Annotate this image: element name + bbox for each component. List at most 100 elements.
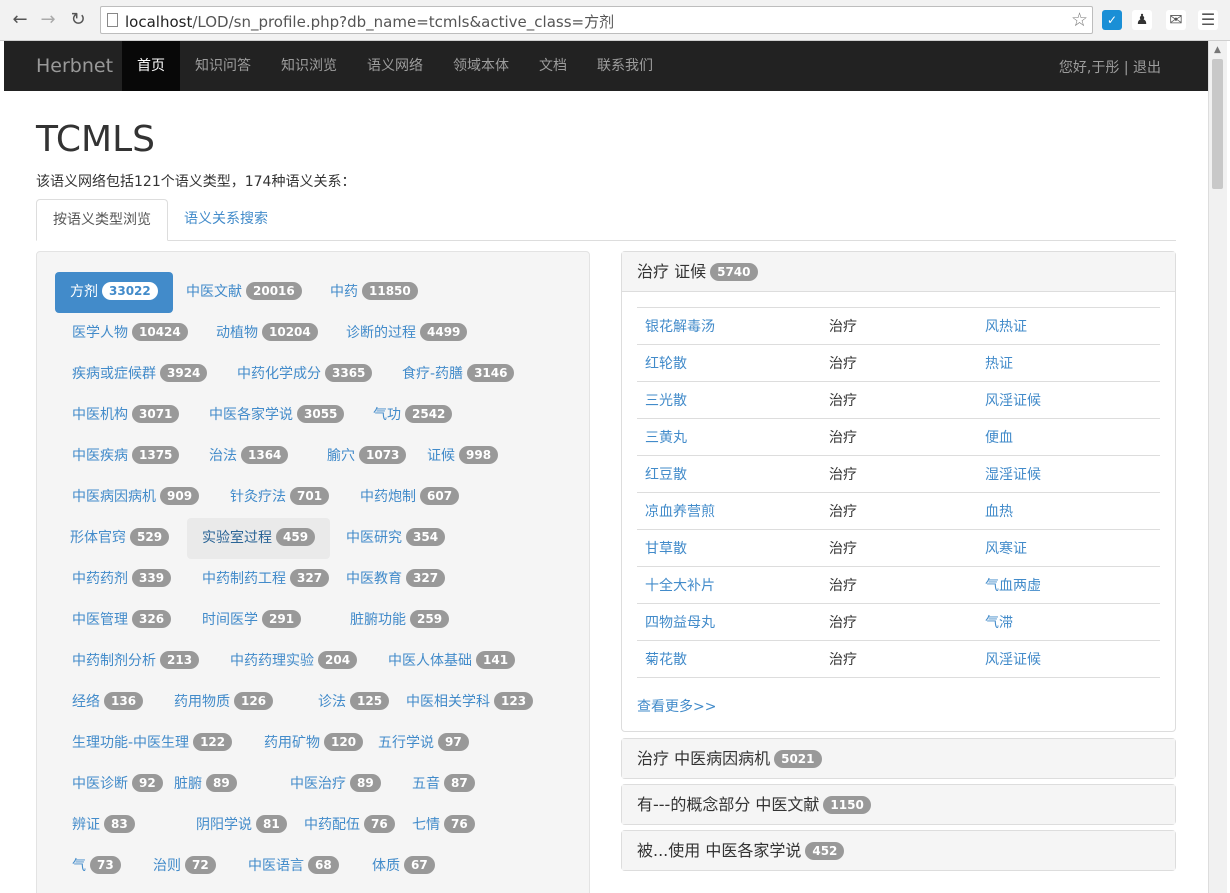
gmail-icon[interactable]: ✉ <box>1166 10 1186 30</box>
class-pill[interactable]: 腧穴 1073 <box>312 436 421 477</box>
class-pill[interactable]: 五行学说 97 <box>363 723 484 764</box>
entity-link[interactable]: 风淫证候 <box>977 640 1160 678</box>
nav-item[interactable]: 知识问答 <box>180 41 266 91</box>
scroll-up-icon[interactable]: ▲ <box>1214 45 1221 55</box>
brand[interactable]: Herbnet <box>36 55 113 77</box>
class-pill[interactable]: 气功 2542 <box>358 395 467 436</box>
entity-link[interactable]: 四物益母丸 <box>637 603 821 641</box>
nav-item[interactable]: 首页 <box>122 41 180 91</box>
class-pill[interactable]: 实验室过程 459 <box>187 518 331 559</box>
entity-link[interactable]: 风寒证 <box>977 529 1160 567</box>
url-text[interactable]: localhost/LOD/sn_profile.php?db_name=tcm… <box>125 11 614 32</box>
class-pill[interactable]: 中医管理 326 <box>57 600 186 641</box>
class-pill[interactable]: 医学人物 10424 <box>57 313 203 354</box>
class-pill[interactable]: 针灸疗法 701 <box>215 477 344 518</box>
nav-item[interactable]: 联系我们 <box>582 41 668 91</box>
count-badge: 1375 <box>132 446 180 464</box>
class-pill[interactable]: 中医人体基础 141 <box>373 641 530 682</box>
user-links[interactable]: 您好,于彤 | 退出 <box>1059 57 1161 77</box>
class-pill[interactable]: 疾病或症候群 3924 <box>57 354 222 395</box>
class-pill[interactable]: 气 73 <box>57 846 136 887</box>
class-pill[interactable]: 诊断的过程 4499 <box>331 313 482 354</box>
entity-link[interactable]: 红豆散 <box>637 455 821 493</box>
tab-relation-search[interactable]: 语义关系搜索 <box>168 199 284 240</box>
class-pill[interactable]: 中医治疗 89 <box>275 764 396 805</box>
class-pill[interactable]: 中医语言 68 <box>233 846 354 887</box>
class-pill[interactable]: 脏腑功能 259 <box>335 600 464 641</box>
class-pill[interactable]: 体质 67 <box>357 846 450 887</box>
relation-panel-header[interactable]: 有---的概念部分 中医文献 1150 <box>622 785 1175 824</box>
entity-link[interactable]: 湿淫证候 <box>977 455 1160 493</box>
class-pill[interactable]: 治则 72 <box>138 846 231 887</box>
class-pill[interactable]: 中药制药工程 327 <box>187 559 344 600</box>
class-pill[interactable]: 动植物 10204 <box>201 313 333 354</box>
forward-icon[interactable]: → <box>38 10 58 30</box>
entity-link[interactable]: 菊花散 <box>637 640 821 678</box>
class-pill[interactable]: 中药化学成分 3365 <box>222 354 387 395</box>
class-pill[interactable]: 形体官窍 529 <box>55 518 184 559</box>
entity-link[interactable]: 三光散 <box>637 381 821 419</box>
relation-panel-header[interactable]: 治疗 证候 5740 <box>622 252 1175 291</box>
class-pill[interactable]: 药用矿物 120 <box>249 723 378 764</box>
see-more-link[interactable]: 查看更多>> <box>637 696 1160 716</box>
entity-link[interactable]: 三黄丸 <box>637 418 821 456</box>
class-pill[interactable]: 诊法 125 <box>303 682 404 723</box>
nav-item[interactable]: 领域本体 <box>438 41 524 91</box>
tab-browse-types[interactable]: 按语义类型浏览 <box>36 199 168 241</box>
class-pill[interactable]: 药用物质 126 <box>159 682 288 723</box>
entity-link[interactable]: 甘草散 <box>637 529 821 567</box>
extension-person-icon[interactable]: ♟ <box>1132 10 1152 30</box>
class-pill[interactable]: 时间医学 291 <box>187 600 316 641</box>
bookmark-star-icon[interactable]: ☆ <box>1071 9 1088 31</box>
class-pill[interactable]: 中药 11850 <box>315 272 433 313</box>
entity-link[interactable]: 银花解毒汤 <box>637 307 821 345</box>
entity-link[interactable]: 凉血养营煎 <box>637 492 821 530</box>
entity-link[interactable]: 血热 <box>977 492 1160 530</box>
entity-link[interactable]: 红轮散 <box>637 344 821 382</box>
class-pill[interactable]: 生理功能-中医生理 122 <box>57 723 247 764</box>
back-icon[interactable]: ← <box>10 10 30 30</box>
class-pill[interactable]: 中药制剂分析 213 <box>57 641 214 682</box>
entity-link[interactable]: 十全大补片 <box>637 566 821 604</box>
class-pill[interactable]: 中医研究 354 <box>331 518 460 559</box>
entity-link[interactable]: 热证 <box>977 344 1160 382</box>
class-pill[interactable]: 七情 76 <box>397 805 490 846</box>
class-pill[interactable]: 中药炮制 607 <box>345 477 474 518</box>
class-pill[interactable]: 阴阳学说 81 <box>181 805 302 846</box>
class-pill[interactable]: 中医教育 327 <box>331 559 460 600</box>
reload-icon[interactable]: ↻ <box>68 10 88 30</box>
class-pill[interactable]: 中医文献 20016 <box>171 272 317 313</box>
nav-item[interactable]: 语义网络 <box>352 41 438 91</box>
class-pill[interactable]: 中医相关学科 123 <box>391 682 548 723</box>
class-pill[interactable]: 中药药剂 339 <box>57 559 186 600</box>
scrollbar[interactable]: ▲ <box>1208 41 1227 893</box>
class-pill[interactable]: 辨证 83 <box>57 805 150 846</box>
relation-panel-header[interactable]: 治疗 中医病因病机 5021 <box>622 739 1175 778</box>
class-pill[interactable]: 中药配伍 76 <box>289 805 410 846</box>
class-pill[interactable]: 中医疾病 1375 <box>57 436 194 477</box>
address-bar[interactable]: localhost/LOD/sn_profile.php?db_name=tcm… <box>100 6 1093 34</box>
entity-link[interactable]: 气血两虚 <box>977 566 1160 604</box>
class-pill[interactable]: 治法 1364 <box>194 436 303 477</box>
scrollbar-thumb[interactable] <box>1212 59 1223 189</box>
class-pill[interactable]: 五音 87 <box>397 764 490 805</box>
entity-link[interactable]: 风热证 <box>977 307 1160 345</box>
class-pill[interactable]: 中医各家学说 3055 <box>194 395 359 436</box>
extension-check-icon[interactable]: ✓ <box>1102 10 1122 30</box>
nav-item[interactable]: 文档 <box>524 41 582 91</box>
entity-link[interactable]: 便血 <box>977 418 1160 456</box>
entity-link[interactable]: 气滞 <box>977 603 1160 641</box>
class-pill[interactable]: 脏腑 89 <box>159 764 252 805</box>
entity-link[interactable]: 风淫证候 <box>977 381 1160 419</box>
class-pill[interactable]: 证候 998 <box>412 436 513 477</box>
class-pill[interactable]: 食疗-药膳 3146 <box>387 354 529 395</box>
class-pill[interactable]: 中医病因病机 909 <box>57 477 214 518</box>
class-pill[interactable]: 经络 136 <box>57 682 158 723</box>
class-pill[interactable]: 方剂 33022 <box>55 272 173 313</box>
class-pill[interactable]: 中药药理实验 204 <box>215 641 372 682</box>
class-pill[interactable]: 中医机构 3071 <box>57 395 194 436</box>
class-name: 中医治疗 <box>290 776 346 792</box>
nav-item[interactable]: 知识浏览 <box>266 41 352 91</box>
relation-panel-header[interactable]: 被...使用 中医各家学说 452 <box>622 831 1175 870</box>
menu-icon[interactable]: ☰ <box>1198 10 1218 30</box>
